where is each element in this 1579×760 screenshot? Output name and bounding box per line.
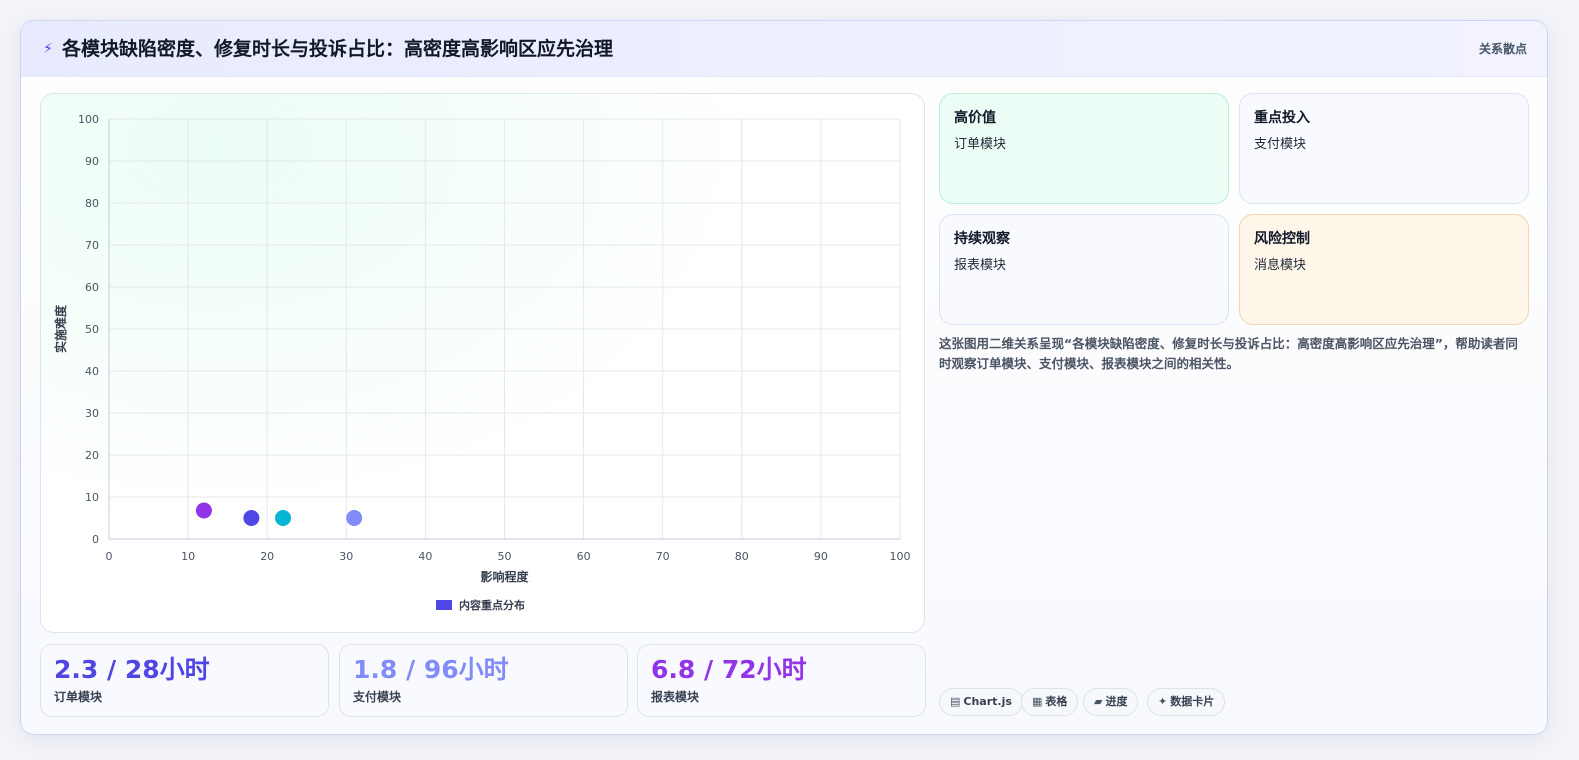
page-title: 各模块缺陷密度、修复时长与投诉占比：高密度高影响区应先治理 [62, 38, 614, 60]
x-tick-label: 70 [656, 550, 670, 563]
sparkle-icon: ✦ [1158, 695, 1168, 708]
stat-value: 6.8 / 72小时 [651, 655, 807, 684]
stat-value: 1.8 / 96小时 [353, 655, 509, 684]
table-icon: ▦ [1032, 695, 1043, 708]
x-tick-label: 80 [735, 550, 749, 563]
stat-label: 支付模块 [353, 690, 402, 704]
x-tick-label: 90 [814, 550, 828, 563]
scatter-point [195, 502, 212, 519]
x-axis-label: 影响程度 [480, 569, 529, 584]
scatter-point [275, 510, 292, 526]
card-header: ⚡ 各模块缺陷密度、修复时长与投诉占比：高密度高影响区应先治理 关系散点 [21, 21, 1547, 77]
y-tick-label: 80 [85, 197, 99, 210]
x-tick-label: 0 [106, 550, 113, 563]
chart-icon: ▤ [950, 695, 961, 708]
quadrant-item: 消息模块 [1254, 258, 1307, 273]
stat-label: 报表模块 [651, 690, 700, 704]
quadrant-high-value: 高价值 订单模块 [939, 93, 1229, 204]
x-tick-label: 20 [260, 550, 274, 563]
quadrant-title: 风险控制 [1254, 231, 1310, 247]
x-tick-label: 50 [498, 550, 512, 563]
legend-swatch [436, 600, 452, 610]
quadrant-title: 重点投入 [1254, 110, 1310, 126]
quadrant-observe: 持续观察 报表模块 [939, 214, 1229, 325]
chip-chartjs[interactable]: ▤ Chart.js [939, 688, 1023, 716]
y-tick-label: 50 [85, 323, 99, 336]
stat-card-payment: 1.8 / 96小时 支付模块 [339, 644, 628, 717]
x-tick-label: 30 [339, 550, 353, 563]
y-tick-label: 0 [92, 533, 99, 546]
quadrant-risk-control: 风险控制 消息模块 [1239, 214, 1529, 325]
chip-label: 数据卡片 [1170, 695, 1215, 708]
chip-label: Chart.js [963, 695, 1012, 708]
chart-description: 这张图用二维关系呈现“各模块缺陷密度、修复时长与投诉占比：高密度高影响区应先治理… [939, 336, 1518, 371]
y-tick-label: 60 [85, 281, 99, 294]
chip-label: 进度 [1105, 695, 1128, 708]
stat-value: 2.3 / 28小时 [54, 655, 210, 684]
quadrant-item: 报表模块 [954, 258, 1007, 273]
stat-label: 订单模块 [54, 690, 103, 704]
x-tick-label: 10 [181, 550, 195, 563]
chip-data-card[interactable]: ✦ 数据卡片 [1147, 688, 1226, 716]
scatter-chart-panel: 0 10 20 30 40 50 60 70 80 90 100 0 10 20 30 40 50 60 70 80 9… [40, 93, 925, 633]
scatter-chart: 0 10 20 30 40 50 60 70 80 90 100 0 10 20 30 40 50 60 70 80 9… [53, 113, 911, 612]
quadrant-item: 支付模块 [1254, 137, 1307, 152]
y-tick-label: 70 [85, 239, 99, 252]
y-axis-label: 实施难度 [53, 304, 68, 353]
chip-progress[interactable]: ▰ 进度 [1083, 688, 1139, 716]
chip-label: 表格 [1045, 695, 1068, 708]
x-tick-label: 100 [890, 550, 911, 563]
y-tick-label: 20 [85, 449, 99, 462]
quadrant-item: 订单模块 [954, 137, 1007, 152]
x-tick-label: 60 [577, 550, 591, 563]
stat-card-report: 6.8 / 72小时 报表模块 [637, 644, 926, 717]
y-tick-label: 40 [85, 365, 99, 378]
bolt-icon: ⚡ [43, 41, 53, 57]
stat-card-order: 2.3 / 28小时 订单模块 [40, 644, 329, 717]
scatter-point [346, 510, 363, 526]
chip-table[interactable]: ▦ 表格 [1021, 688, 1079, 716]
report-card: ⚡ 各模块缺陷密度、修复时长与投诉占比：高密度高影响区应先治理 关系散点 0 10… [20, 20, 1548, 735]
quadrant-key-investment: 重点投入 支付模块 [1239, 93, 1529, 204]
quadrant-title: 持续观察 [954, 231, 1010, 247]
quadrant-title: 高价值 [954, 110, 996, 126]
y-tick-label: 90 [85, 155, 99, 168]
y-tick-label: 10 [85, 491, 99, 504]
y-tick-label: 100 [78, 113, 99, 126]
chart-type-tag: 关系散点 [1478, 42, 1527, 56]
y-tick-label: 30 [85, 407, 99, 420]
progress-icon: ▰ [1094, 695, 1103, 708]
legend-label: 内容重点分布 [459, 598, 525, 612]
scatter-point [243, 510, 260, 526]
x-tick-label: 40 [418, 550, 432, 563]
